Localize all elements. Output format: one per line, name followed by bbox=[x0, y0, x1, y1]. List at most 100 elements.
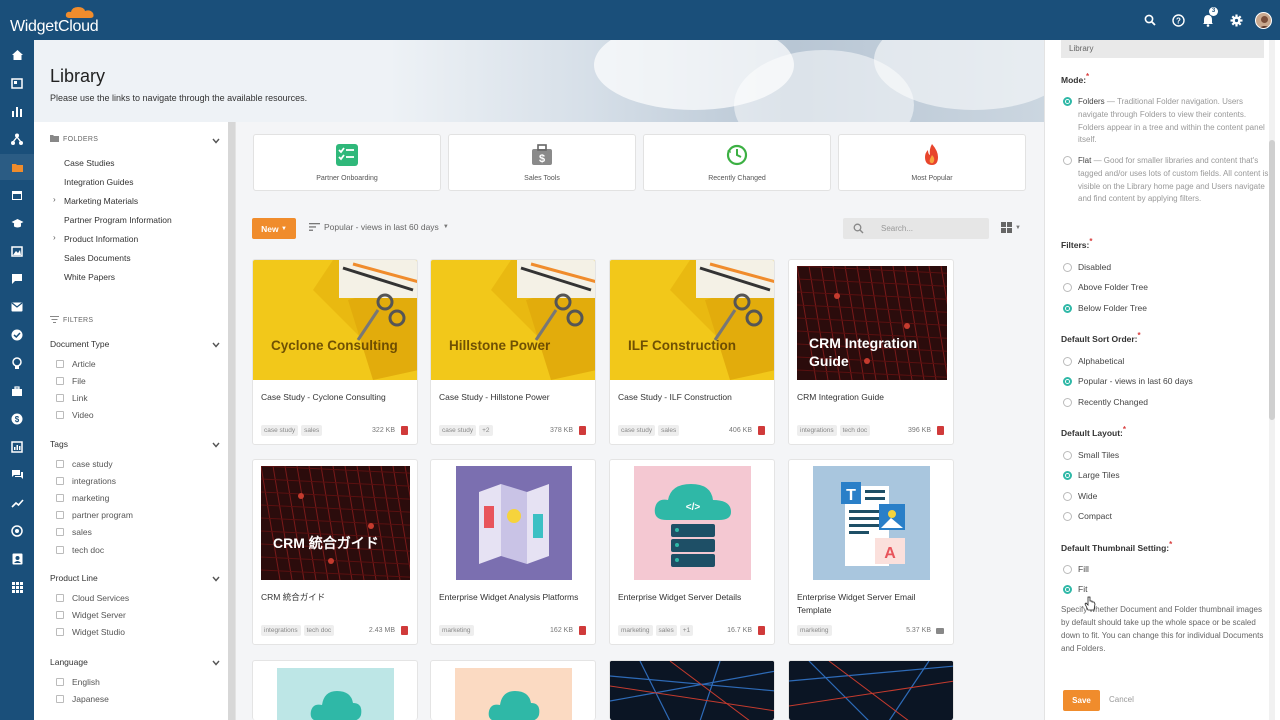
quick-link-most-popular[interactable]: Most Popular bbox=[838, 134, 1026, 191]
filter-group-title[interactable]: Tags bbox=[50, 439, 68, 449]
report-chart-icon[interactable] bbox=[0, 434, 34, 460]
doc-card[interactable]: Cyclone Consulting Case Study - Cyclone C… bbox=[252, 259, 418, 445]
search-input[interactable]: Search... bbox=[843, 218, 989, 239]
chevron-down-icon[interactable] bbox=[212, 136, 220, 146]
filter-checkbox[interactable] bbox=[56, 477, 64, 486]
sidebar-scrollbar[interactable] bbox=[228, 122, 235, 720]
radio-compact[interactable] bbox=[1063, 511, 1072, 521]
filter-checkbox[interactable] bbox=[56, 394, 64, 403]
radio-large-tiles[interactable] bbox=[1063, 471, 1072, 481]
filter-group-title[interactable]: Document Type bbox=[50, 339, 109, 349]
chevron-down-icon[interactable] bbox=[212, 340, 220, 350]
settings-scrollbar-thumb[interactable] bbox=[1269, 140, 1275, 420]
doc-card[interactable]: ILF Construction Case Study - ILF Constru… bbox=[609, 259, 775, 445]
search-icon[interactable] bbox=[1135, 0, 1164, 40]
doc-card-partial[interactable] bbox=[252, 660, 418, 720]
folder-item[interactable]: Partner Program Information bbox=[64, 215, 172, 225]
tag-chip[interactable]: sales bbox=[658, 425, 680, 436]
filter-checkbox[interactable] bbox=[56, 360, 64, 368]
bar-chart-icon[interactable] bbox=[0, 98, 34, 124]
card-title[interactable]: Enterprise Widget Analysis Platforms bbox=[439, 591, 589, 604]
folder-item[interactable]: Product Information bbox=[64, 234, 138, 244]
tag-chip[interactable]: integrations bbox=[797, 425, 837, 436]
radio-small-tiles[interactable] bbox=[1063, 451, 1072, 460]
filter-checkbox[interactable] bbox=[56, 628, 64, 637]
card-title[interactable]: Case Study - ILF Construction bbox=[618, 391, 768, 404]
app-logo[interactable]: WidgetCloud bbox=[10, 18, 99, 36]
apps-grid-icon[interactable] bbox=[0, 574, 34, 600]
doc-card[interactable]: Hillstone Power Case Study - Hillstone Po… bbox=[430, 259, 596, 445]
card-title[interactable]: Case Study - Hillstone Power bbox=[439, 391, 589, 404]
card-title[interactable]: Enterprise Widget Server Email Template bbox=[797, 591, 947, 617]
calendar-icon[interactable] bbox=[0, 182, 34, 208]
doc-card[interactable]: CRM Integration Guide CRM Integration Gui… bbox=[788, 259, 954, 445]
chevron-right-icon[interactable]: › bbox=[53, 195, 56, 204]
doc-card-partial[interactable] bbox=[609, 660, 775, 720]
radio-disabled[interactable] bbox=[1063, 263, 1072, 272]
filter-checkbox[interactable] bbox=[56, 528, 64, 537]
doc-card[interactable]: </> Enterprise Widget Server Details marke… bbox=[609, 459, 775, 645]
doc-card-partial[interactable] bbox=[788, 660, 954, 720]
save-button[interactable]: Save bbox=[1063, 690, 1100, 711]
chevron-down-icon[interactable] bbox=[212, 574, 220, 584]
card-title[interactable]: CRM Integration Guide bbox=[797, 391, 947, 404]
card-title[interactable]: Case Study - Cyclone Consulting bbox=[261, 391, 411, 404]
quick-link-recently-changed[interactable]: Recently Changed bbox=[643, 134, 831, 191]
radio-wide[interactable] bbox=[1063, 491, 1072, 501]
filter-checkbox[interactable] bbox=[56, 494, 64, 503]
tag-chip[interactable]: tech doc bbox=[839, 425, 871, 436]
tag-chip[interactable]: case study bbox=[618, 425, 656, 436]
help-icon[interactable]: ? bbox=[1164, 0, 1193, 40]
quick-link-sales-tools[interactable]: $ Sales Tools bbox=[448, 134, 636, 191]
quick-link-partner-onboarding[interactable]: Partner Onboarding bbox=[253, 134, 441, 191]
filter-checkbox[interactable] bbox=[56, 377, 64, 386]
mode-folders-radio[interactable] bbox=[1063, 97, 1072, 106]
doc-card[interactable]: Enterprise Widget Analysis Platforms mark… bbox=[430, 459, 596, 645]
layout-toggle[interactable]: ▼ bbox=[1001, 222, 1021, 233]
filter-checkbox[interactable] bbox=[56, 678, 64, 686]
tag-chip[interactable]: tech doc bbox=[303, 625, 335, 636]
chat-bubble-icon[interactable] bbox=[0, 266, 34, 292]
folders-heading[interactable]: FOLDERS bbox=[50, 135, 98, 143]
filter-checkbox[interactable] bbox=[56, 460, 64, 468]
settings-gear-icon[interactable] bbox=[1222, 0, 1251, 40]
folder-item[interactable]: Marketing Materials bbox=[64, 196, 138, 206]
card-title[interactable]: CRM 統合ガイド bbox=[261, 591, 411, 604]
radio-below-folder-tree[interactable] bbox=[1063, 303, 1072, 313]
mail-icon[interactable] bbox=[0, 294, 34, 320]
radio-alphabetical[interactable] bbox=[1063, 357, 1072, 366]
filter-checkbox[interactable] bbox=[56, 511, 64, 520]
briefcase-icon[interactable] bbox=[0, 378, 34, 404]
folder-item[interactable]: Integration Guides bbox=[64, 177, 133, 187]
doc-card-partial[interactable] bbox=[430, 660, 596, 720]
filter-checkbox[interactable] bbox=[56, 695, 64, 704]
trending-icon[interactable] bbox=[0, 490, 34, 516]
card-title[interactable]: Enterprise Widget Server Details bbox=[618, 591, 768, 604]
folder-icon[interactable] bbox=[0, 154, 34, 180]
target-icon[interactable] bbox=[0, 518, 34, 544]
radio-fit[interactable] bbox=[1063, 585, 1072, 595]
sort-dropdown[interactable]: Popular - views in last 60 days ▼ bbox=[309, 222, 449, 232]
cancel-button[interactable]: Cancel bbox=[1109, 695, 1134, 704]
tag-chip[interactable]: +1 bbox=[679, 625, 694, 636]
doc-card[interactable]: CRM 統合ガイド CRM 統合ガイド integrations tech doc 2.… bbox=[252, 459, 418, 645]
home-icon[interactable] bbox=[0, 42, 34, 68]
hierarchy-icon[interactable] bbox=[0, 126, 34, 152]
notifications-bell-icon[interactable]: 3 bbox=[1193, 0, 1222, 40]
chevron-right-icon[interactable]: › bbox=[53, 233, 56, 242]
tag-chip[interactable]: case study bbox=[261, 425, 299, 436]
tag-chip[interactable]: marketing bbox=[797, 625, 832, 636]
dollar-circle-icon[interactable]: $ bbox=[0, 406, 34, 432]
filter-group-title[interactable]: Product Line bbox=[50, 573, 98, 583]
forum-icon[interactable] bbox=[0, 462, 34, 488]
radio-fill[interactable] bbox=[1063, 565, 1072, 574]
tag-chip[interactable]: sales bbox=[301, 425, 323, 436]
filter-checkbox[interactable] bbox=[56, 594, 64, 602]
mode-flat-radio[interactable] bbox=[1063, 156, 1072, 165]
radio-recently-changed[interactable] bbox=[1063, 397, 1072, 407]
library-name-field[interactable]: Library bbox=[1061, 40, 1264, 58]
radio-popular-views-in-last-60-days[interactable] bbox=[1063, 377, 1072, 387]
folder-item[interactable]: Case Studies bbox=[64, 158, 115, 168]
tag-chip[interactable]: sales bbox=[655, 625, 677, 636]
tag-chip[interactable]: case study bbox=[439, 425, 477, 436]
